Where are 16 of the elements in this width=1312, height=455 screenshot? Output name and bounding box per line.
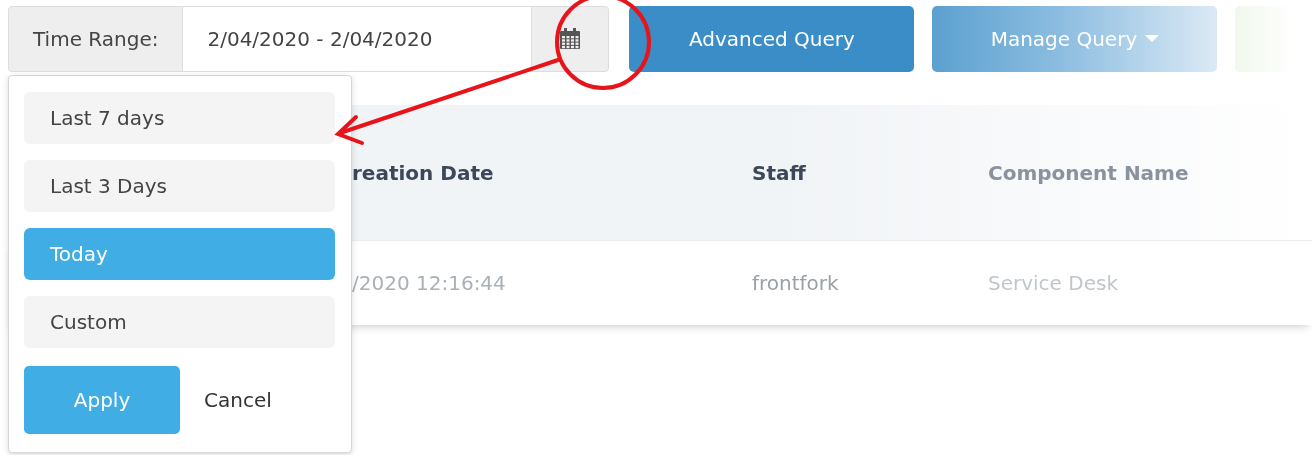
range-option[interactable]: Last 7 days: [24, 92, 335, 144]
calendar-button[interactable]: [531, 5, 610, 72]
table-cell-text: frontfork: [752, 271, 840, 295]
column-header: Staff: [752, 160, 807, 185]
column-header: reation Date: [352, 160, 495, 185]
range-option[interactable]: Custom: [24, 296, 335, 348]
table-cell-text: Service Desk: [988, 271, 1119, 295]
time-range-label: Time Range:: [8, 5, 184, 72]
caret-icon: [1145, 34, 1160, 43]
advanced-query-button[interactable]: Advanced Query: [629, 5, 915, 72]
calendar-icon: [559, 27, 582, 50]
table-cell-text: /2020 12:16:44: [352, 271, 507, 295]
column-header: Component Name: [988, 160, 1190, 185]
date-range-field[interactable]: 2/04/2020 - 2/04/2020: [183, 5, 532, 72]
cancel-button[interactable]: Cancel: [190, 378, 286, 422]
range-option[interactable]: Last 3 Days: [24, 160, 335, 212]
